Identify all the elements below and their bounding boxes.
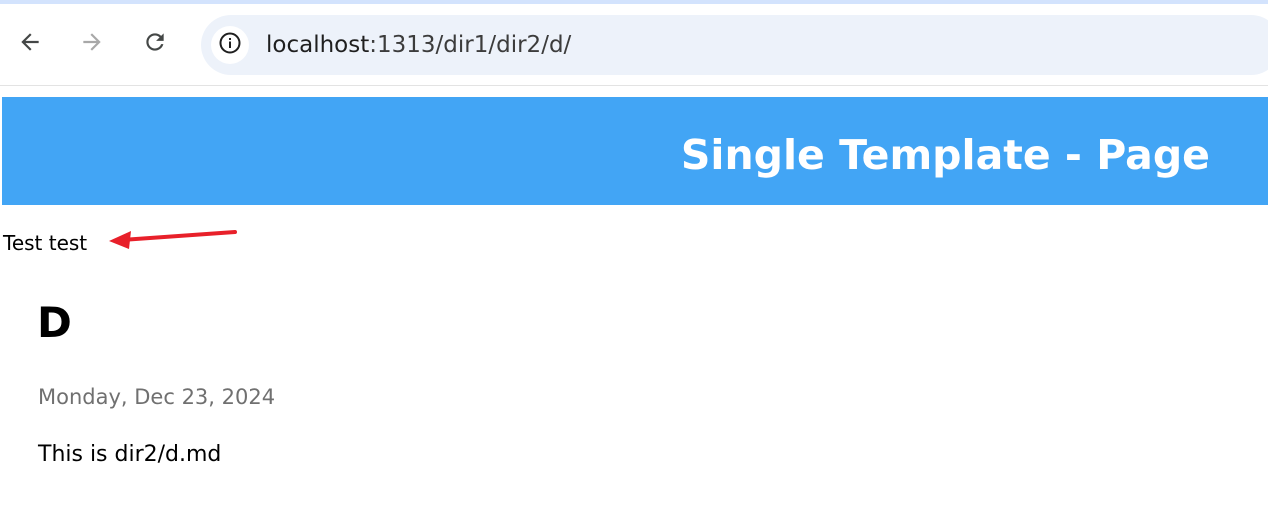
address-bar[interactable]: localhost:1313/dir1/dir2/d/ — [201, 15, 1268, 75]
page-date: Monday, Dec 23, 2024 — [38, 385, 276, 409]
test-text: Test test — [3, 231, 88, 255]
page-body-text: This is dir2/d.md — [38, 442, 222, 467]
forward-button[interactable] — [74, 24, 110, 60]
site-header: Single Template - Page — [2, 97, 1268, 205]
site-info-button[interactable] — [211, 26, 249, 64]
arrow-right-icon — [79, 29, 105, 55]
page-heading: D — [37, 298, 72, 347]
url-host: localhost — [266, 32, 370, 58]
url-text[interactable]: localhost:1313/dir1/dir2/d/ — [266, 29, 571, 61]
arrow-left-icon — [17, 29, 43, 55]
info-circle-icon — [218, 31, 242, 59]
reload-icon — [142, 29, 168, 55]
site-title: Single Template - Page — [680, 131, 1210, 179]
url-path: :1313/dir1/dir2/d/ — [369, 32, 572, 58]
reload-button[interactable] — [137, 24, 173, 60]
back-button[interactable] — [12, 24, 48, 60]
red-arrow-annotation — [109, 230, 237, 249]
browser-toolbar: localhost:1313/dir1/dir2/d/ — [0, 4, 1268, 86]
